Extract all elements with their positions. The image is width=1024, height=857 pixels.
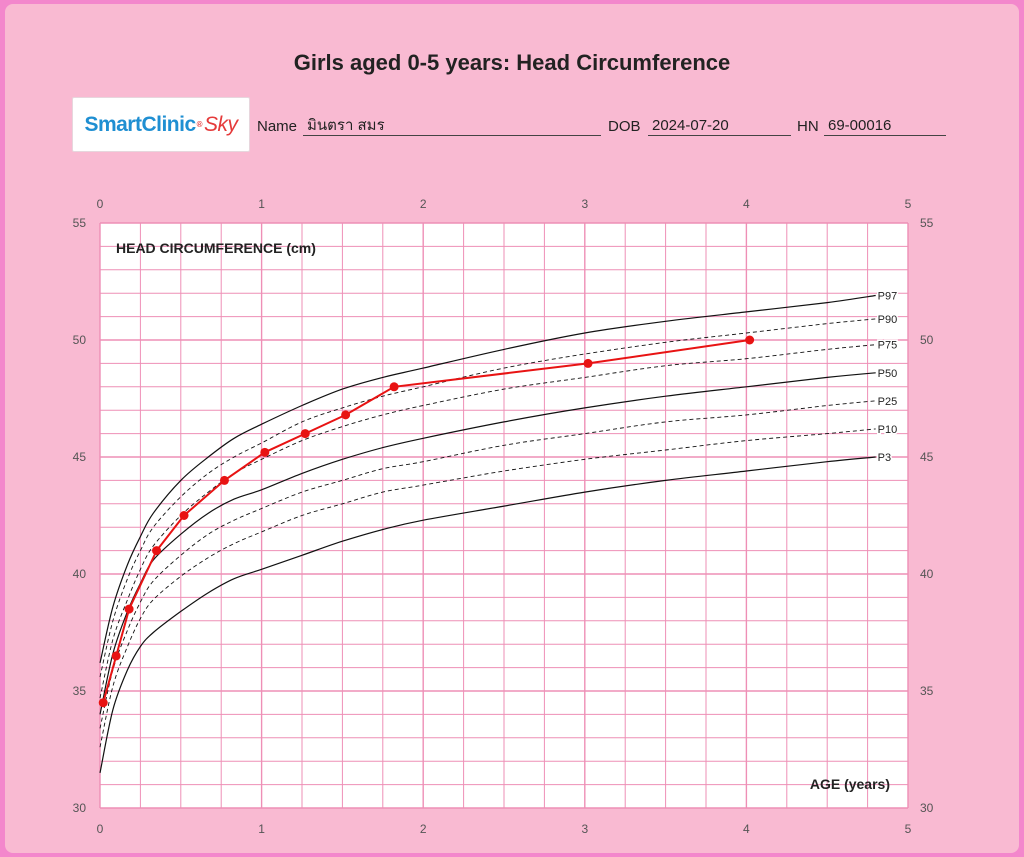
y-tick-label-left: 30 — [73, 801, 87, 815]
y-tick-label-right: 35 — [920, 684, 934, 698]
y-tick-label-right: 30 — [920, 801, 934, 815]
percentile-label-p25: P25 — [878, 396, 898, 408]
x-tick-label-top: 2 — [420, 197, 427, 211]
y-tick-label-left: 45 — [73, 450, 87, 464]
patient-point — [260, 447, 270, 457]
x-tick-label-bottom: 0 — [97, 822, 104, 836]
y-tick-label-left: 40 — [73, 567, 87, 581]
y-tick-label-left: 55 — [73, 216, 87, 230]
x-tick-label-bottom: 3 — [581, 822, 588, 836]
y-tick-label-right: 55 — [920, 216, 934, 230]
percentile-label-p50: P50 — [878, 368, 898, 380]
x-tick-label-top: 4 — [743, 197, 750, 211]
x-tick-label-bottom: 2 — [420, 822, 427, 836]
percentile-label-p97: P97 — [878, 291, 898, 303]
percentile-label-p10: P10 — [878, 424, 898, 436]
y-axis-label: HEAD CIRCUMFERENCE (cm) — [116, 240, 316, 256]
x-tick-label-bottom: 4 — [743, 822, 750, 836]
y-tick-label-right: 50 — [920, 333, 934, 347]
percentile-label-p90: P90 — [878, 314, 898, 326]
patient-point — [341, 410, 351, 420]
patient-point — [389, 382, 399, 392]
y-tick-label-right: 40 — [920, 567, 934, 581]
patient-point — [98, 698, 108, 708]
y-tick-label-left: 35 — [73, 684, 87, 698]
patient-point — [745, 335, 755, 345]
x-tick-label-top: 1 — [258, 197, 265, 211]
head-circumference-chart: 00112233445530 3035 3540 4045 4550 5055 55 P97… — [73, 197, 934, 836]
patient-point — [124, 604, 134, 614]
y-tick-label-right: 45 — [920, 450, 934, 464]
patient-point — [583, 358, 593, 368]
grid — [99, 222, 909, 809]
patient-point — [179, 511, 189, 520]
x-tick-label-top: 3 — [581, 197, 588, 211]
patient-point — [300, 429, 310, 439]
x-tick-label-bottom: 1 — [258, 822, 265, 836]
patient-point — [219, 475, 229, 485]
x-tick-label-top: 0 — [97, 197, 104, 211]
x-tick-label-bottom: 5 — [905, 822, 912, 836]
patient-point — [152, 546, 162, 556]
x-tick-label-top: 5 — [905, 197, 912, 211]
percentile-label-p3: P3 — [878, 452, 891, 464]
y-tick-label-left: 50 — [73, 333, 87, 347]
percentile-label-p75: P75 — [878, 340, 898, 352]
x-axis-label: AGE (years) — [810, 776, 890, 792]
patient-point — [111, 651, 121, 661]
